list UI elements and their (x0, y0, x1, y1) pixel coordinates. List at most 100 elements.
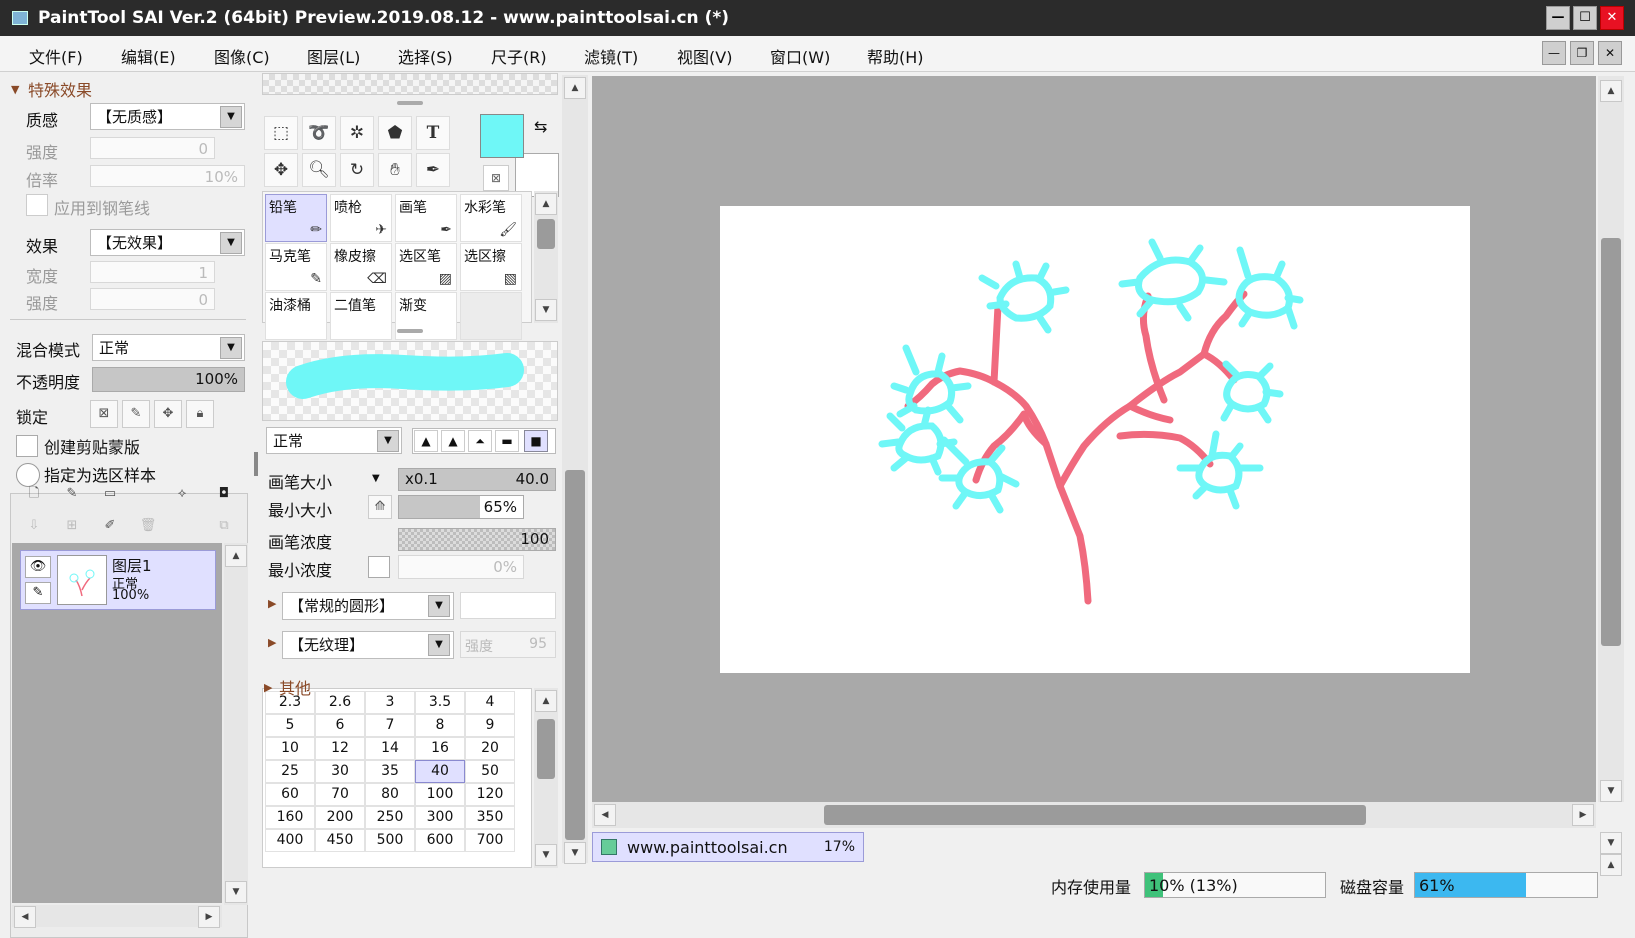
panel-splitter[interactable] (254, 452, 258, 476)
size-preset[interactable]: 7 (365, 714, 415, 737)
size-preset[interactable]: 35 (365, 760, 415, 783)
brush-slot-5[interactable]: 橡皮擦 ⌫ (330, 243, 392, 291)
size-preset[interactable]: 4 (465, 691, 515, 714)
size-preset[interactable]: 100 (415, 783, 465, 806)
scroll-thumb[interactable] (537, 219, 555, 249)
canvas-area[interactable] (592, 76, 1596, 802)
brush-size-slider[interactable]: x0.1 40.0 (398, 468, 556, 491)
collapse-triangle-icon[interactable]: ▼ (11, 83, 19, 96)
brush-slot-1[interactable]: 喷枪 ✈ (330, 194, 392, 242)
menu-edit[interactable]: 编辑(E) (121, 44, 176, 68)
lock-move-icon[interactable]: ✥ (154, 400, 182, 428)
scroll-down-arrow[interactable]: ▼ (1600, 780, 1622, 802)
menu-file[interactable]: 文件(F) (29, 44, 83, 68)
size-preset[interactable]: 500 (365, 829, 415, 852)
brush-slot-2[interactable]: 画笔 ✒ (395, 194, 457, 242)
scroll-down-arrow[interactable]: ▼ (564, 842, 586, 864)
menu-select[interactable]: 选择(S) (398, 44, 453, 68)
rect-select-icon[interactable]: ⬚ (264, 116, 298, 150)
scroll-left-arrow[interactable]: ◀ (14, 906, 36, 928)
scroll-up-arrow[interactable]: ▲ (535, 690, 557, 712)
size-preset[interactable]: 120 (465, 783, 515, 806)
chevron-down-icon[interactable]: ▼ (372, 473, 380, 484)
lock-paint-icon[interactable]: ✎ (122, 400, 150, 428)
canvas[interactable] (720, 206, 1470, 673)
size-preset[interactable]: 350 (465, 806, 515, 829)
primary-color[interactable] (480, 114, 524, 158)
size-preset[interactable]: 250 (365, 806, 415, 829)
shape-round-icon[interactable]: ▲ (441, 430, 465, 452)
chevron-down-icon[interactable]: ▼ (428, 634, 450, 656)
size-preset[interactable]: 300 (415, 806, 465, 829)
size-preset[interactable]: 40 (415, 760, 465, 783)
close-button[interactable]: ✕ (1600, 6, 1624, 30)
mask-icon[interactable]: ◘ (210, 481, 238, 509)
min-density-checkbox[interactable] (368, 556, 390, 578)
size-preset[interactable]: 12 (315, 737, 365, 760)
brush-slot-8[interactable]: 油漆桶 (265, 292, 327, 340)
scroll-right-arrow[interactable]: ▶ (1572, 804, 1594, 826)
min-size-slider[interactable]: 65% (398, 495, 524, 519)
scroll-corner-up-icon[interactable]: ▲ (1600, 854, 1622, 876)
grip-icon[interactable] (397, 329, 423, 333)
effects-header[interactable]: 特殊效果 (28, 77, 92, 101)
menu-ruler[interactable]: 尺子(R) (491, 44, 547, 68)
lock-transparency-icon[interactable]: ⊠ (90, 400, 118, 428)
doc-minimize-button[interactable]: — (1542, 41, 1566, 65)
size-preset[interactable]: 2.6 (315, 691, 365, 714)
doc-close-button[interactable]: ✕ (1598, 41, 1622, 65)
scroll-down-arrow[interactable]: ▼ (535, 844, 557, 866)
size-preset[interactable]: 3.5 (415, 691, 465, 714)
magic-wand-icon[interactable]: ✲ (340, 116, 374, 150)
expand-triangle-icon[interactable]: ▶ (268, 636, 276, 649)
size-preset[interactable]: 60 (265, 783, 315, 806)
layer-hscrollbar[interactable] (12, 905, 222, 927)
size-preset[interactable]: 8 (415, 714, 465, 737)
size-preset[interactable]: 80 (365, 783, 415, 806)
minimize-button[interactable]: — (1546, 6, 1570, 30)
scroll-up-arrow[interactable]: ▲ (225, 545, 247, 567)
chevron-down-icon[interactable]: ▼ (220, 337, 242, 359)
shape-soft-icon[interactable]: ⏶ (468, 430, 492, 452)
size-preset[interactable]: 9 (465, 714, 515, 737)
other-label[interactable]: 其他 (279, 675, 311, 699)
brush-slot-9[interactable]: 二值笔 (330, 292, 392, 340)
size-preset[interactable]: 200 (315, 806, 365, 829)
size-preset[interactable]: 600 (415, 829, 465, 852)
size-preset[interactable]: 25 (265, 760, 315, 783)
scroll-down-arrow[interactable]: ▼ (225, 881, 247, 903)
shape-icon[interactable]: ⬟ (378, 116, 412, 150)
clear-layer-icon[interactable]: ✐ (96, 513, 124, 541)
scroll-thumb[interactable] (565, 470, 585, 840)
new-folder-icon[interactable]: ▭ (96, 481, 124, 509)
color-picker-strip[interactable] (262, 73, 558, 95)
transparent-color-icon[interactable]: ⊠ (483, 165, 509, 191)
eyedropper-icon[interactable]: ✒ (416, 153, 450, 187)
menu-help[interactable]: 帮助(H) (867, 44, 924, 68)
menu-window[interactable]: 窗口(W) (770, 44, 830, 68)
scroll-up-arrow[interactable]: ▲ (535, 193, 557, 215)
clip-mask-checkbox[interactable] (16, 435, 38, 457)
size-preset[interactable]: 50 (465, 760, 515, 783)
scroll-down-arrow[interactable]: ▼ (535, 299, 557, 321)
scroll-up-arrow[interactable]: ▲ (1600, 80, 1622, 102)
brush-slot-3[interactable]: 水彩笔 🖌︎ (460, 194, 522, 242)
scroll-corner-down-icon[interactable]: ▼ (1600, 832, 1622, 854)
maximize-button[interactable]: ☐ (1573, 6, 1597, 30)
scroll-thumb[interactable] (537, 719, 555, 779)
shape-flat-icon[interactable]: ▬ (495, 430, 519, 452)
lock-all-icon[interactable]: 🔒︎ (186, 400, 214, 428)
brush-slot-7[interactable]: 选区擦 ▧ (460, 243, 522, 291)
eye-icon[interactable]: 👁︎ (25, 556, 51, 578)
scroll-right-arrow[interactable]: ▶ (198, 906, 220, 928)
size-preset[interactable]: 10 (265, 737, 315, 760)
zoom-icon[interactable]: 🔍︎ (302, 153, 336, 187)
shape-square-icon[interactable]: ■ (524, 430, 548, 452)
size-preset[interactable]: 70 (315, 783, 365, 806)
lasso-icon[interactable]: ➰ (302, 116, 336, 150)
layer-scrollbar[interactable] (224, 543, 248, 905)
text-tool-icon[interactable]: T (416, 116, 450, 150)
size-preset[interactable]: 20 (465, 737, 515, 760)
size-preset[interactable]: 160 (265, 806, 315, 829)
grip-icon[interactable] (397, 101, 423, 105)
